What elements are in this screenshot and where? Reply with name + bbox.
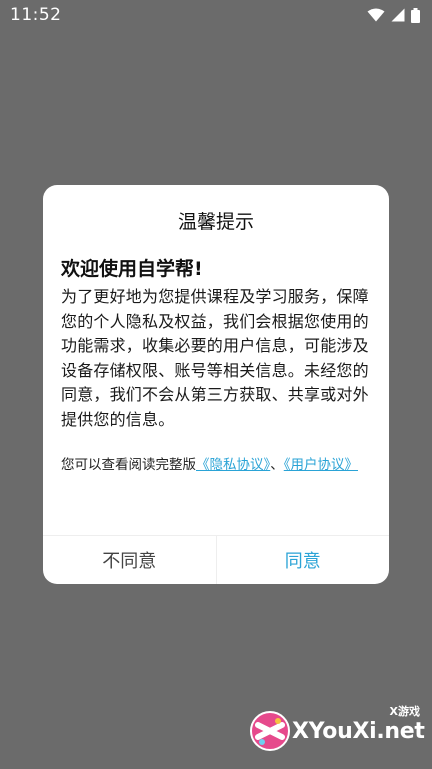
battery-icon [411, 7, 420, 23]
user-agreement-link[interactable]: 《用户协议》 [284, 457, 358, 473]
dialog-footer: 不同意 同意 [43, 535, 389, 584]
gamepad-logo-icon [250, 711, 290, 751]
watermark-small-text: X游戏 [389, 705, 420, 718]
links-separator: 、 [270, 457, 284, 473]
dialog-heading: 欢迎使用自学帮! [61, 258, 203, 280]
agreement-links-prefix: 您可以查看阅读完整版 [61, 457, 196, 473]
dialog-body-text: 为了更好地为您提供课程及学习服务，保障您的个人隐私及权益，我们会根据您使用的功能… [61, 287, 369, 429]
status-bar: 11:52 [0, 0, 432, 30]
status-icons [367, 7, 420, 23]
agree-button[interactable]: 同意 [217, 536, 390, 584]
disagree-button[interactable]: 不同意 [43, 536, 217, 584]
privacy-dialog: 温馨提示 欢迎使用自学帮! 为了更好地为您提供课程及学习服务，保障您的个人隐私及… [43, 185, 389, 584]
privacy-policy-link[interactable]: 《隐私协议》 [196, 457, 270, 473]
status-time: 11:52 [10, 5, 62, 25]
agreement-links: 您可以查看阅读完整版《隐私协议》、《用户协议》 [61, 453, 373, 477]
watermark: X游戏 XYouXi.net [248, 703, 428, 763]
wifi-icon [367, 8, 385, 22]
signal-icon [391, 8, 405, 22]
watermark-main-text: XYouXi.net [292, 719, 425, 744]
dialog-title: 温馨提示 [177, 211, 254, 233]
